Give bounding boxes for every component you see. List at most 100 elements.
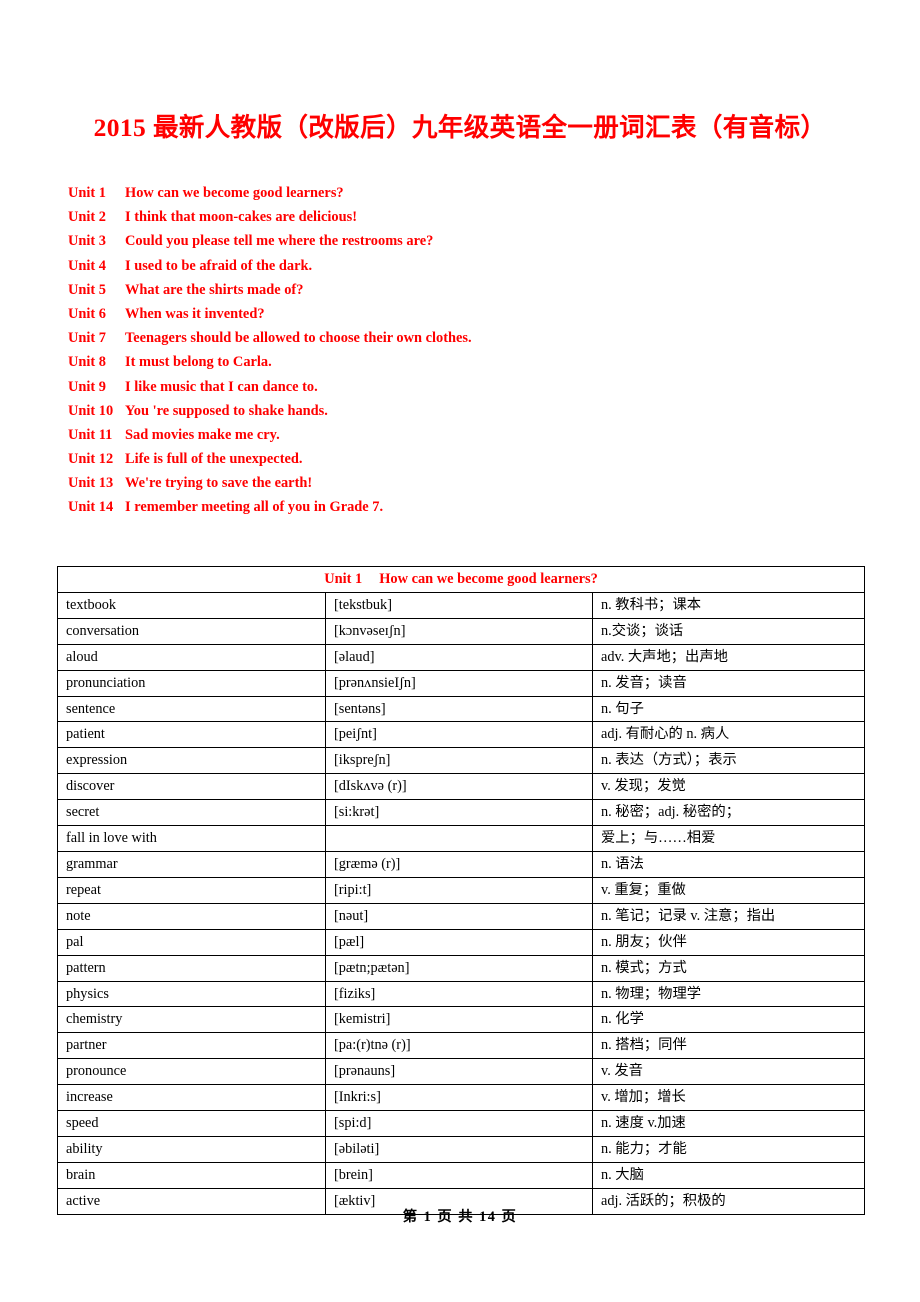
cell-word: secret: [57, 799, 326, 827]
table-row: partner [pa:(r)tnə (r)] n. 搭档；同伴: [57, 1032, 866, 1060]
cell-meaning: adj. 有耐心的 n. 病人: [591, 721, 866, 749]
unit-index-number: Unit 8: [68, 354, 106, 371]
cell-meaning: n. 句子: [591, 695, 866, 723]
vocabulary-table-body: Unit 1 How can we become good learners? t…: [56, 566, 866, 1215]
cell-pronunciation: [peiʃnt]: [325, 721, 593, 749]
cell-pronunciation: [ripi:t]: [325, 876, 593, 904]
cell-pronunciation: [əlaud]: [325, 643, 593, 671]
unit-index-number: Unit 2: [68, 209, 106, 226]
cell-word: fall in love with: [57, 825, 326, 852]
unit-index-item[interactable]: Unit 5 What are the shirts made of?: [68, 278, 768, 302]
unit-index-item[interactable]: Unit 11 Sad movies make me cry.: [68, 423, 768, 447]
table-row: conversation [kɔnvəseɪʃn] n.交谈；谈话: [57, 617, 866, 645]
cell-word: pronounce: [57, 1058, 326, 1086]
table-header-row: Unit 1 How can we become good learners?: [56, 566, 866, 593]
unit-index-item[interactable]: Unit 6 When was it invented?: [68, 302, 768, 326]
cell-word: chemistry: [57, 1006, 326, 1034]
cell-word: ability: [57, 1135, 326, 1163]
cell-pronunciation: [fiziks]: [325, 980, 593, 1008]
table-row: brain [brein] n. 大脑: [57, 1161, 866, 1189]
table-row: pronounce [prənauns] v. 发音: [57, 1058, 866, 1086]
table-row: aloud [əlaud] adv. 大声地；出声地: [57, 643, 866, 671]
cell-pronunciation: [ikspreʃn]: [325, 747, 593, 775]
unit-index-title: We're trying to save the earth!: [125, 475, 313, 492]
unit-index-number: Unit 14: [68, 499, 114, 516]
table-row: pattern [pætn;pætən] n. 模式；方式: [57, 954, 866, 982]
cell-word: partner: [57, 1032, 326, 1060]
unit-index-number: Unit 6: [68, 305, 106, 322]
unit-index-item[interactable]: Unit 3 Could you please tell me where the…: [68, 229, 768, 253]
unit-index-number: Unit 9: [68, 378, 106, 395]
table-row: chemistry [kemistri] n. 化学: [57, 1006, 866, 1034]
cell-word: repeat: [57, 876, 326, 904]
unit-index-number: Unit 12: [68, 451, 114, 468]
table-row: ability [əbiləti] n. 能力；才能: [57, 1135, 866, 1163]
cell-meaning: n. 化学: [591, 1006, 866, 1034]
unit-index-item[interactable]: Unit 10 You 're supposed to shake hands.: [68, 399, 768, 423]
unit-index-item[interactable]: Unit 14 I remember meeting all of you in …: [68, 495, 768, 519]
table-row: textbook [tekstbuk] n. 教科书；课本: [57, 591, 866, 619]
cell-pronunciation: [tekstbuk]: [325, 591, 593, 619]
unit-index-item[interactable]: Unit 13 We're trying to save the earth!: [68, 471, 768, 495]
unit-index-item[interactable]: Unit 1 How can we become good learners?: [68, 181, 768, 205]
cell-pronunciation: [325, 825, 593, 852]
cell-pronunciation: [nəut]: [325, 902, 593, 930]
cell-meaning: v. 增加；增长: [591, 1084, 866, 1112]
unit-index-item[interactable]: Unit 12 Life is full of the unexpected.: [68, 447, 768, 471]
cell-meaning: n.交谈；谈话: [591, 617, 866, 645]
cell-meaning: 爱上；与……相爱: [591, 825, 866, 852]
unit-index-title: It must belong to Carla.: [125, 354, 272, 371]
cell-pronunciation: [kɔnvəseɪʃn]: [325, 617, 593, 645]
cell-word: brain: [57, 1161, 326, 1189]
cell-meaning: adv. 大声地；出声地: [591, 643, 866, 671]
cell-word: pronunciation: [57, 669, 326, 697]
table-row: pronunciation [prənʌnsieIʃn] n. 发音；读音: [57, 669, 866, 697]
cell-pronunciation: [prənauns]: [325, 1058, 593, 1086]
table-row: secret [si:krət] n. 秘密；adj. 秘密的；: [57, 799, 866, 827]
cell-meaning: n. 大脑: [591, 1161, 866, 1189]
cell-pronunciation: [brein]: [325, 1161, 593, 1189]
unit-index-title: You 're supposed to shake hands.: [125, 402, 328, 419]
cell-word: expression: [57, 747, 326, 775]
cell-pronunciation: [pæl]: [325, 928, 593, 956]
cell-word: patient: [57, 721, 326, 749]
unit-index-number: Unit 11: [68, 426, 113, 443]
unit-index-item[interactable]: Unit 2 I think that moon-cakes are delici…: [68, 205, 768, 229]
cell-meaning: n. 朋友；伙伴: [591, 928, 866, 956]
cell-word: pal: [57, 928, 326, 956]
unit-index-number: Unit 10: [68, 402, 114, 419]
unit-index-title: I remember meeting all of you in Grade 7…: [125, 499, 384, 516]
unit-index-item[interactable]: Unit 8 It must belong to Carla.: [68, 350, 768, 374]
cell-pronunciation: [græmə (r)]: [325, 850, 593, 878]
cell-meaning: n. 模式；方式: [591, 954, 866, 982]
cell-pronunciation: [pætn;pætən]: [325, 954, 593, 982]
vocabulary-table-container: Unit 1 How can we become good learners? t…: [56, 566, 866, 1215]
unit-index-title: Sad movies make me cry.: [125, 426, 280, 443]
unit-index-number: Unit 4: [68, 257, 106, 274]
cell-word: aloud: [57, 643, 326, 671]
cell-meaning: n. 语法: [591, 850, 866, 878]
table-row: discover [dIskʌvə (r)] v. 发现；发觉: [57, 773, 866, 801]
unit-index-title: I like music that I can dance to.: [125, 378, 318, 395]
table-row: grammar [græmə (r)] n. 语法: [57, 850, 866, 878]
unit-index-item[interactable]: Unit 9 I like music that I can dance to.: [68, 375, 768, 399]
cell-pronunciation: [si:krət]: [325, 799, 593, 827]
cell-meaning: n. 速度 v.加速: [591, 1110, 866, 1137]
cell-meaning: v. 发音: [591, 1058, 866, 1086]
unit-index-title: How can we become good learners?: [125, 185, 344, 201]
table-row: physics [fiziks] n. 物理；物理学: [57, 980, 866, 1008]
document-page: 2015 最新人教版（改版后）九年级英语全一册词汇表（有音标） Unit 1 Ho…: [0, 0, 920, 1302]
unit-index-title: Could you please tell me where the restr…: [125, 233, 434, 250]
cell-word: textbook: [57, 591, 326, 619]
unit-index-number: Unit 13: [68, 475, 114, 492]
cell-meaning: n. 表达（方式）；表示: [591, 747, 866, 775]
unit-index-item[interactable]: Unit 4 I used to be afraid of the dark.: [68, 254, 768, 278]
unit-index-item[interactable]: Unit 7 Teenagers should be allowed to cho…: [68, 326, 768, 350]
cell-meaning: v. 发现；发觉: [591, 773, 866, 801]
unit-index-list: Unit 1 How can we become good learners? Un…: [68, 181, 768, 520]
cell-meaning: n. 能力；才能: [591, 1135, 866, 1163]
unit-index-title: I used to be afraid of the dark.: [125, 257, 313, 274]
cell-pronunciation: [spi:d]: [325, 1110, 593, 1137]
page-title: 2015 最新人教版（改版后）九年级英语全一册词汇表（有音标）: [93, 113, 827, 143]
cell-word: pattern: [57, 954, 326, 982]
